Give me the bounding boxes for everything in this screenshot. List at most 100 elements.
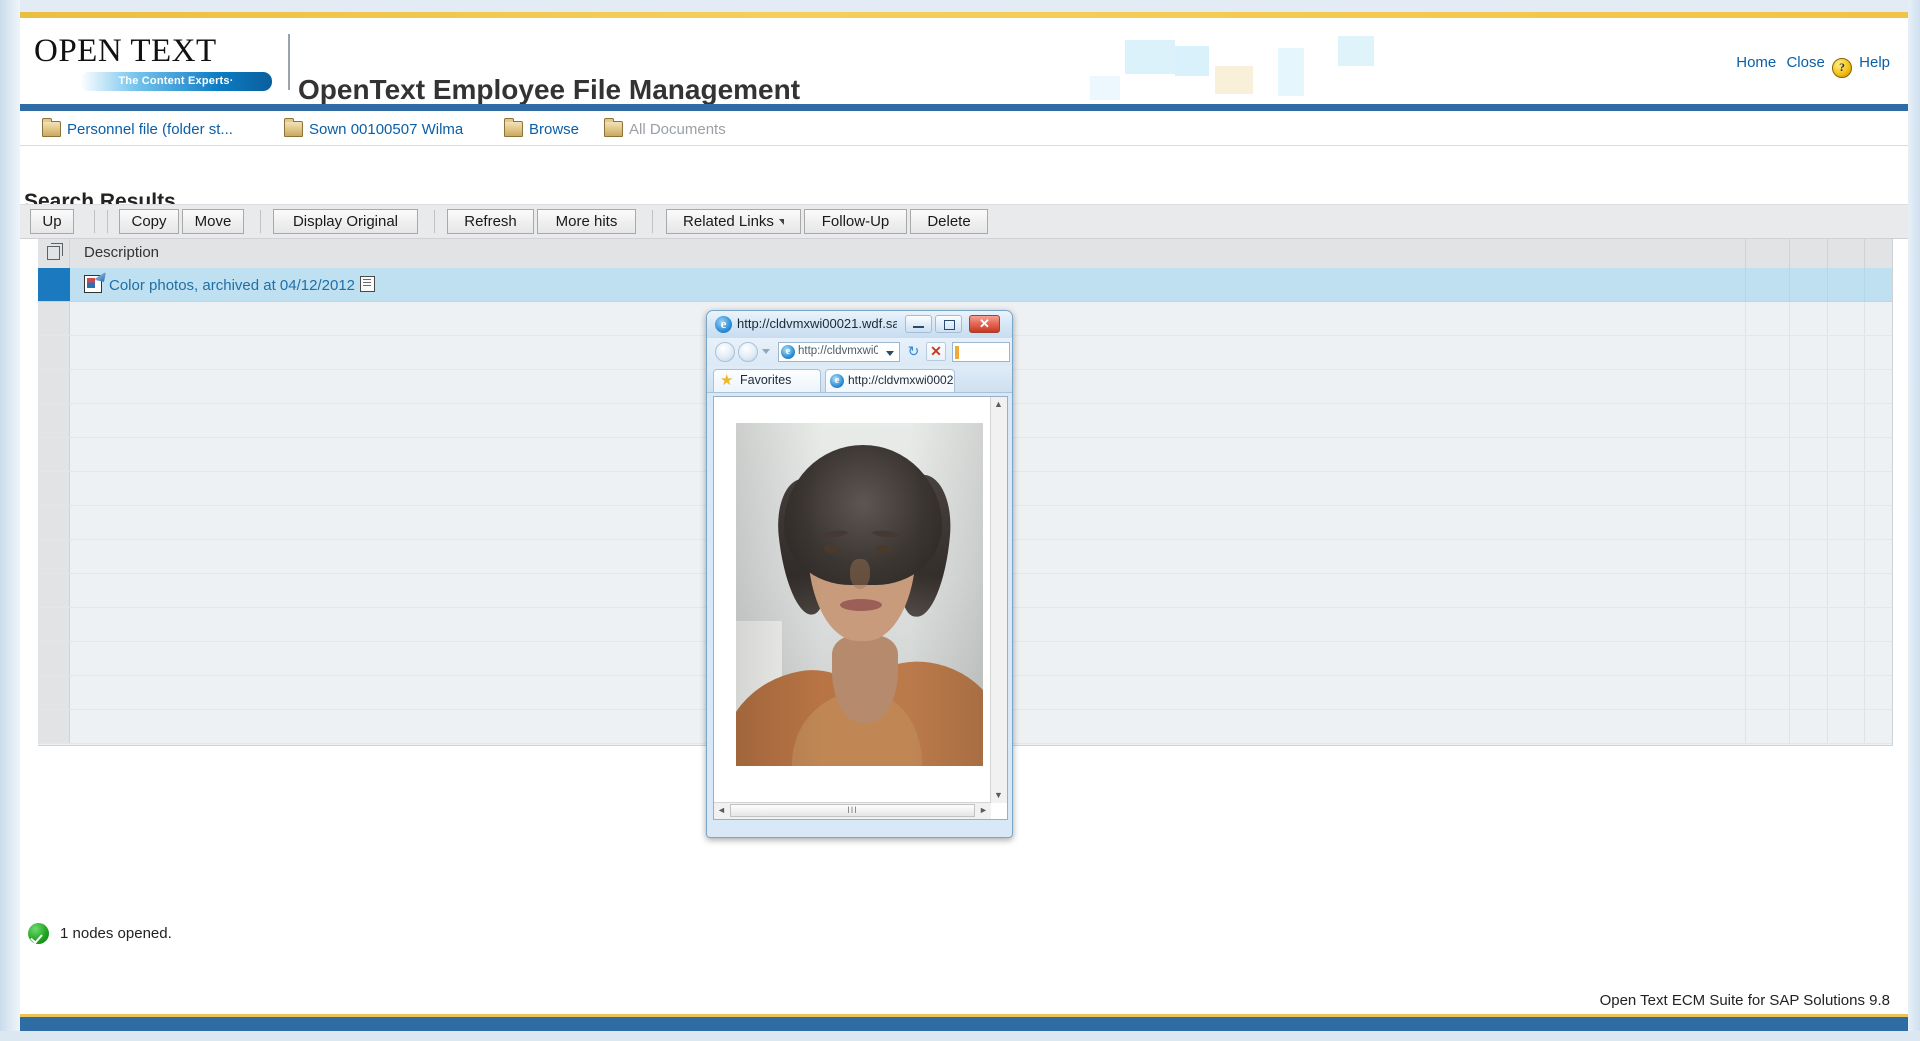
breadcrumb-item-browse[interactable]: Browse — [504, 118, 579, 140]
row-select-marker[interactable] — [38, 370, 70, 403]
row-column-line-2 — [1789, 472, 1790, 505]
breadcrumb-label[interactable]: Browse — [529, 121, 579, 138]
logo-tagline: The Content Experts· — [80, 72, 272, 91]
move-button[interactable]: Move — [182, 209, 244, 234]
row-select-marker[interactable] — [38, 438, 70, 471]
breadcrumb-label[interactable]: Personnel file (folder st... — [67, 121, 233, 138]
stop-icon[interactable]: ✕ — [926, 342, 946, 361]
breadcrumb-item-sown-wilma[interactable]: Sown 00100507 Wilma — [284, 118, 463, 140]
row-column-line-1 — [1745, 268, 1746, 301]
copy-button[interactable]: Copy — [119, 209, 179, 234]
scroll-left-icon[interactable]: ◄ — [714, 803, 729, 818]
row-column-line-2 — [1789, 370, 1790, 403]
breadcrumb-label[interactable]: Sown 00100507 Wilma — [309, 121, 463, 138]
status-message: 1 nodes opened. — [28, 923, 172, 944]
opentext-logo[interactable]: OPEN TEXT The Content Experts· — [34, 34, 272, 94]
back-button[interactable] — [715, 342, 735, 362]
scroll-down-icon[interactable]: ▼ — [991, 788, 1006, 803]
scroll-up-icon[interactable]: ▲ — [991, 397, 1006, 412]
row-column-line-4 — [1864, 574, 1865, 607]
row-select-marker[interactable] — [38, 642, 70, 675]
image-document-icon — [84, 275, 102, 293]
page-edge-right — [1908, 0, 1920, 1041]
row-select-marker[interactable] — [38, 506, 70, 539]
forward-button[interactable] — [738, 342, 758, 362]
refresh-icon[interactable]: ↻ — [904, 343, 923, 361]
row-select-marker[interactable] — [38, 336, 70, 369]
page-tab-label: http://cldvmxwi00021.w... — [848, 373, 954, 387]
toolbar-separator-5 — [652, 210, 653, 233]
row-column-line-3 — [1827, 336, 1828, 369]
row-column-line-2 — [1789, 268, 1790, 301]
popup-navigation-bar: e http://cldvmxwi0... ↻ ✕ — [707, 338, 1012, 366]
refresh-button[interactable]: Refresh — [447, 209, 534, 234]
browser-popup-window[interactable]: e http://cldvmxwi00021.wdf.sa... ✕ e htt… — [706, 310, 1013, 838]
success-icon — [28, 923, 49, 944]
more-hits-button[interactable]: More hits — [537, 209, 636, 234]
decor-square-1 — [1125, 40, 1175, 74]
masthead-divider — [288, 34, 290, 90]
row-select-marker[interactable] — [38, 710, 70, 743]
row-select-marker[interactable] — [38, 574, 70, 607]
row-column-line-2 — [1789, 336, 1790, 369]
delete-button[interactable]: Delete — [910, 209, 988, 234]
row-select-marker[interactable] — [38, 676, 70, 709]
copy-column-icon — [47, 243, 63, 260]
row-column-line-1 — [1745, 642, 1746, 675]
close-link[interactable]: Close — [1786, 54, 1824, 71]
document-link[interactable]: Color photos, archived at 04/12/2012 — [84, 275, 375, 294]
document-description: Color photos, archived at 04/12/2012 — [109, 277, 355, 294]
row-content: Color photos, archived at 04/12/2012 — [70, 268, 1892, 301]
horizontal-scroll-thumb[interactable]: III — [730, 804, 975, 817]
home-link[interactable]: Home — [1736, 54, 1776, 71]
close-button[interactable]: ✕ — [969, 315, 1000, 333]
popup-tab-bar: ★ Favorites e http://cldvmxwi00021.w... — [707, 366, 1012, 393]
row-column-line-2 — [1789, 438, 1790, 471]
follow-up-button[interactable]: Follow-Up — [804, 209, 907, 234]
help-link[interactable]: Help — [1859, 54, 1890, 71]
row-select-marker[interactable] — [38, 404, 70, 437]
row-column-line-4 — [1864, 540, 1865, 573]
maximize-button[interactable] — [935, 315, 962, 333]
note-icon[interactable] — [360, 276, 375, 292]
table-header-description[interactable]: Description — [70, 239, 159, 268]
page-title: OpenText Employee File Management — [298, 74, 801, 104]
up-button[interactable]: Up — [30, 209, 74, 234]
decor-square-6 — [1090, 76, 1120, 100]
browser-page-tab[interactable]: e http://cldvmxwi00021.w... — [825, 369, 955, 392]
breadcrumb-item-personnel-file[interactable]: Personnel file (folder st... — [42, 118, 233, 140]
search-input[interactable] — [952, 342, 1010, 362]
horizontal-scrollbar[interactable]: ◄ III ► — [714, 802, 991, 819]
page-edge-left — [0, 0, 20, 1041]
row-column-line-1 — [1745, 540, 1746, 573]
row-column-line-3 — [1827, 574, 1828, 607]
chevron-down-icon[interactable] — [886, 351, 894, 356]
address-bar[interactable]: e http://cldvmxwi0... — [778, 342, 900, 362]
table-header-row: Description — [38, 239, 1892, 269]
decor-square-4 — [1278, 48, 1304, 96]
display-original-button[interactable]: Display Original — [273, 209, 418, 234]
row-column-line-2 — [1789, 404, 1790, 437]
row-select-marker[interactable] — [38, 608, 70, 641]
row-select-marker[interactable] — [38, 302, 70, 335]
favorites-label: Favorites — [740, 373, 792, 387]
favorites-tab[interactable]: ★ Favorites — [713, 369, 821, 392]
row-select-marker[interactable] — [38, 540, 70, 573]
recent-pages-chevron-icon[interactable] — [762, 349, 770, 354]
table-row[interactable]: Color photos, archived at 04/12/2012 — [38, 268, 1892, 302]
row-column-line-4 — [1864, 506, 1865, 539]
row-column-line-2 — [1789, 676, 1790, 709]
help-icon[interactable]: ? — [1831, 58, 1852, 78]
vertical-scrollbar[interactable]: ▲ ▼ — [990, 397, 1007, 803]
popup-title-bar[interactable]: e http://cldvmxwi00021.wdf.sa... ✕ — [707, 311, 1012, 338]
row-column-line-1 — [1745, 710, 1746, 743]
row-column-line-3 — [1827, 370, 1828, 403]
related-links-button[interactable]: Related Links — [666, 209, 801, 234]
internet-explorer-icon: e — [830, 374, 844, 388]
minimize-button[interactable] — [905, 315, 932, 333]
row-select-marker[interactable] — [38, 472, 70, 505]
scroll-right-icon[interactable]: ► — [976, 803, 991, 818]
row-select-marker[interactable] — [38, 268, 70, 301]
results-toolbar: Up Copy Move Display Original Refresh Mo… — [20, 204, 1908, 239]
table-header-select-column[interactable] — [38, 239, 70, 268]
